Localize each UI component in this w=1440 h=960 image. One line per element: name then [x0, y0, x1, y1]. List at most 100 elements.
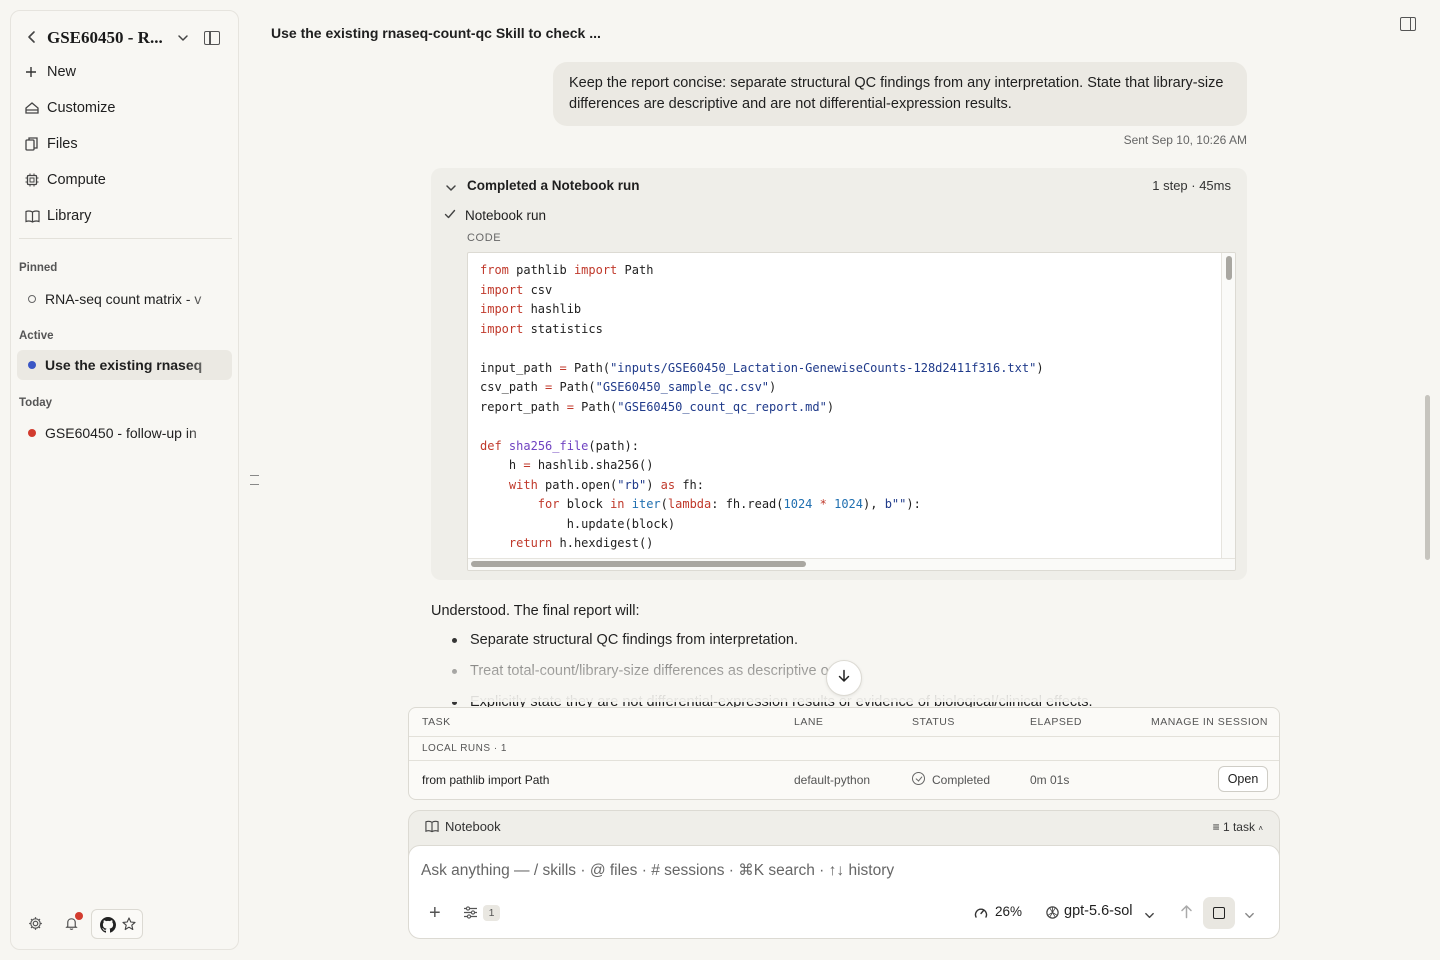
star-icon: [122, 917, 136, 936]
task-table: TASK LANE STATUS ELAPSED MANAGE IN SESSI…: [408, 707, 1280, 800]
check-icon: [444, 208, 456, 223]
gear-icon[interactable]: [28, 916, 43, 936]
chip-icon: [25, 173, 47, 187]
customize-icon: [25, 102, 47, 114]
column-header-status: STATUS: [912, 716, 955, 728]
files-icon: [25, 137, 47, 151]
add-attachment-button[interactable]: +: [429, 903, 441, 923]
session-item-label: GSE60450 - follow-up in: [45, 425, 197, 441]
back-icon[interactable]: [27, 30, 41, 48]
plus-icon: [25, 66, 47, 78]
section-today-label: Today: [19, 397, 53, 409]
code-horizontal-scrollbar[interactable]: [468, 558, 1235, 570]
chevron-down-icon[interactable]: [1244, 908, 1255, 926]
elapsed-cell: 0m 01s: [1030, 773, 1070, 787]
sidebar: GSE60450 - R... New Customize Files Comp…: [10, 10, 239, 950]
composer-input-box: + 1 26% gpt-5.6-sol: [408, 845, 1280, 939]
chevron-down-icon[interactable]: [1144, 908, 1155, 926]
nav-library-label: Library: [47, 208, 92, 224]
message-timestamp: Sent Sep 10, 10:26 AM: [1123, 133, 1247, 147]
page-title: Use the existing rnaseq-count-qc Skill t…: [271, 25, 601, 41]
nav-new[interactable]: New: [25, 59, 225, 85]
step-label: Notebook run: [465, 208, 547, 223]
chevron-down-icon[interactable]: [177, 31, 189, 49]
code-vertical-thumb[interactable]: [1226, 256, 1232, 280]
composer-mode-label[interactable]: Notebook: [445, 819, 501, 834]
sidebar-toggle-icon[interactable]: [204, 31, 220, 45]
task-count-toggle[interactable]: ≡ 1 task ˄: [1213, 820, 1263, 834]
model-selector[interactable]: gpt-5.6-sol: [1064, 903, 1133, 919]
column-header-manage: MANAGE IN SESSION: [1150, 716, 1268, 728]
run-title[interactable]: Completed a Notebook run: [467, 178, 640, 193]
right-panel-toggle-icon[interactable]: [1400, 17, 1416, 31]
notebook-run-card: Completed a Notebook run 1 step · 45ms N…: [431, 168, 1247, 580]
nav-customize[interactable]: Customize: [25, 95, 225, 121]
task-count-label: 1 task: [1222, 820, 1255, 834]
session-item-label: RNA-seq count matrix - v: [45, 291, 202, 307]
column-header-elapsed: ELAPSED: [1030, 716, 1082, 728]
lane-cell: default-python: [794, 773, 871, 787]
main-scrollbar[interactable]: [1424, 62, 1430, 698]
column-header-lane: LANE: [794, 716, 824, 728]
github-star-button[interactable]: [91, 909, 143, 939]
sidebar-footer: [25, 909, 225, 941]
book-icon: [25, 209, 47, 223]
code-content: from pathlib import Path import csv import…: [480, 263, 1044, 550]
check-circle-icon: [912, 772, 925, 785]
session-item-today[interactable]: GSE60450 - follow-up in: [17, 418, 232, 448]
reply-intro: Understood. The final report will:: [431, 603, 640, 619]
nav-compute[interactable]: Compute: [25, 167, 225, 193]
scroll-to-bottom-button[interactable]: [826, 660, 862, 696]
nav-files-label: Files: [47, 136, 78, 152]
nav-files[interactable]: Files: [25, 131, 225, 157]
status-cell: Completed: [932, 773, 991, 787]
table-divider: [409, 760, 1279, 761]
github-icon: [100, 917, 116, 938]
sidebar-divider: [19, 238, 232, 239]
resize-handle-icon[interactable]: [250, 475, 259, 485]
nav-compute-label: Compute: [47, 172, 106, 188]
list-icon: ≡: [1212, 820, 1220, 834]
tools-count-badge: 1: [483, 905, 500, 921]
model-logo-icon: [1045, 905, 1060, 925]
gauge-icon: [974, 906, 988, 924]
assistant-reply: Understood. The final report will: Separ…: [431, 603, 1247, 712]
session-status-dot: [28, 361, 36, 369]
chevron-down-icon[interactable]: [445, 181, 457, 199]
session-item-label: Use the existing rnaseq: [45, 357, 203, 373]
table-group-label: LOCAL RUNS · 1: [422, 743, 507, 754]
table-divider: [409, 736, 1279, 737]
code-label: CODE: [467, 232, 502, 244]
nav-new-label: New: [47, 64, 77, 80]
arrow-down-icon: [837, 669, 851, 688]
stop-button[interactable]: [1203, 897, 1235, 929]
session-item-pinned[interactable]: RNA-seq count matrix - v: [17, 284, 232, 314]
sidebar-header: GSE60450 - R...: [11, 27, 240, 51]
tools-icon[interactable]: [463, 906, 478, 924]
context-usage[interactable]: 26%: [995, 904, 1022, 919]
notebook-icon: [425, 820, 439, 838]
chevron-up-icon: ˄: [1258, 824, 1263, 833]
session-status-dot: [28, 295, 36, 303]
main-scrollbar-thumb[interactable]: [1425, 395, 1430, 560]
code-block[interactable]: from pathlib import Path import csv import…: [467, 252, 1236, 571]
code-horizontal-thumb[interactable]: [471, 561, 806, 567]
notification-badge: [75, 912, 83, 920]
column-header-task: TASK: [422, 716, 451, 728]
nav-library[interactable]: Library: [25, 203, 225, 229]
open-task-button[interactable]: Open: [1218, 766, 1268, 792]
task-cell: from pathlib import Path: [422, 773, 550, 787]
run-meta: 1 step · 45ms: [1152, 178, 1231, 193]
section-pinned-label: Pinned: [19, 262, 58, 274]
nav-customize-label: Customize: [47, 100, 116, 116]
session-item-active[interactable]: Use the existing rnaseq: [17, 350, 232, 380]
code-vertical-scrollbar[interactable]: [1221, 253, 1235, 558]
composer: Notebook ≡ 1 task ˄ + 1 26% gpt-5.6-sol: [408, 810, 1280, 939]
stop-icon: [1213, 907, 1225, 919]
section-active-label: Active: [19, 330, 54, 342]
prompt-input[interactable]: [421, 862, 1221, 880]
list-item: Separate structural QC findings from int…: [431, 630, 1247, 661]
project-title[interactable]: GSE60450 - R...: [47, 28, 163, 48]
arrow-up-icon[interactable]: [1180, 904, 1193, 924]
user-message: Keep the report concise: separate struct…: [553, 62, 1247, 126]
